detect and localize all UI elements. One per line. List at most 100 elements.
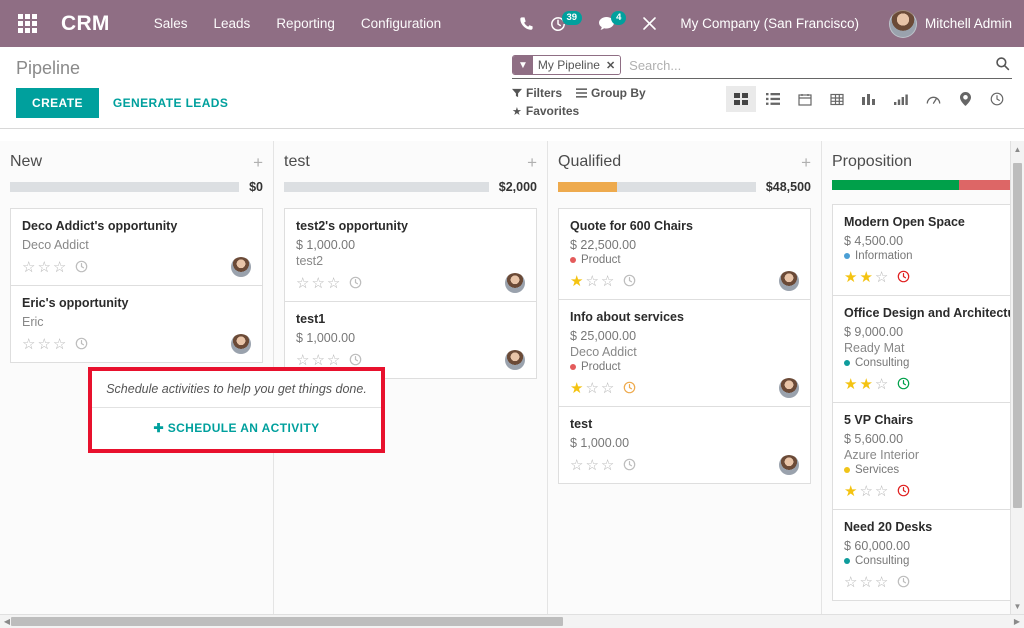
activity-clock-icon[interactable] [623, 274, 636, 289]
star-icon[interactable]: ☆ [296, 353, 309, 368]
menu-item-sales[interactable]: Sales [154, 16, 188, 31]
schedule-an-activity-button[interactable]: ✚ SCHEDULE AN ACTIVITY [92, 408, 381, 449]
kanban-card[interactable]: test$ 1,000.00☆☆☆ [558, 407, 811, 484]
apps-grid-icon[interactable] [18, 14, 37, 33]
view-graph-button[interactable] [854, 86, 884, 112]
user-menu[interactable]: Mitchell Admin [889, 10, 1012, 38]
favorites-dropdown[interactable]: ★ Favorites [512, 104, 579, 118]
caret-up-icon[interactable]: ▲ [1011, 141, 1024, 157]
horizontal-scrollbar[interactable]: ◀ ▶ [0, 614, 1024, 628]
star-icon[interactable]: ☆ [570, 458, 583, 473]
star-icon[interactable]: ☆ [875, 575, 888, 590]
progress-segment[interactable] [558, 182, 617, 192]
star-icon[interactable]: ★ [570, 381, 583, 396]
filters-dropdown[interactable]: Filters [512, 86, 562, 100]
tools-icon[interactable] [642, 16, 658, 32]
star-icon[interactable]: ☆ [601, 274, 614, 289]
star-icon[interactable]: ★ [844, 484, 857, 499]
star-icon[interactable]: ☆ [296, 276, 309, 291]
star-icon[interactable]: ☆ [875, 270, 888, 285]
star-icon[interactable]: ☆ [859, 575, 872, 590]
activities-counter[interactable]: 39 [550, 16, 583, 32]
kanban-card[interactable]: Need 20 Desks$ 60,000.00Consulting☆☆☆ [832, 510, 1024, 601]
generate-leads-button[interactable]: GENERATE LEADS [113, 96, 228, 110]
star-icon[interactable]: ★ [844, 270, 857, 285]
caret-down-icon[interactable]: ▼ [1011, 598, 1024, 614]
star-icon[interactable]: ★ [570, 274, 583, 289]
star-icon[interactable]: ☆ [585, 458, 598, 473]
caret-right-icon[interactable]: ▶ [1010, 615, 1024, 628]
avatar[interactable] [505, 350, 525, 370]
kanban-column-title[interactable]: New [10, 153, 42, 171]
view-calendar-button[interactable] [790, 86, 820, 112]
app-brand[interactable]: CRM [61, 12, 110, 36]
search-input[interactable] [621, 58, 995, 73]
star-icon[interactable]: ☆ [22, 337, 35, 352]
star-icon[interactable]: ☆ [585, 274, 598, 289]
star-icon[interactable]: ☆ [53, 337, 66, 352]
star-icon[interactable]: ☆ [601, 381, 614, 396]
company-selector[interactable]: My Company (San Francisco) [680, 16, 859, 31]
progress-segment[interactable] [832, 180, 959, 190]
horizontal-scrollbar-thumb[interactable] [11, 617, 563, 626]
view-cohort-button[interactable] [886, 86, 916, 112]
star-icon[interactable]: ★ [859, 270, 872, 285]
avatar[interactable] [505, 273, 525, 293]
star-icon[interactable]: ☆ [875, 377, 888, 392]
activity-clock-icon[interactable] [897, 270, 910, 285]
star-icon[interactable]: ★ [859, 377, 872, 392]
kanban-column-title[interactable]: Qualified [558, 153, 621, 171]
progress-track[interactable] [558, 182, 756, 192]
star-icon[interactable]: ★ [844, 377, 857, 392]
kanban-card[interactable]: Quote for 600 Chairs$ 22,500.00Product★☆… [558, 208, 811, 300]
star-icon[interactable]: ☆ [53, 260, 66, 275]
activity-clock-icon[interactable] [897, 484, 910, 499]
star-icon[interactable]: ☆ [859, 484, 872, 499]
menu-item-configuration[interactable]: Configuration [361, 16, 441, 31]
activity-clock-icon[interactable] [75, 260, 88, 275]
view-kanban-button[interactable] [726, 86, 756, 112]
view-dashboard-button[interactable] [918, 86, 948, 112]
search-icon[interactable] [995, 56, 1012, 75]
kanban-card[interactable]: test2's opportunity$ 1,000.00test2☆☆☆ [284, 208, 537, 302]
kanban-card[interactable]: Office Design and Architectu$ 9,000.00Re… [832, 296, 1024, 403]
view-pivot-button[interactable] [822, 86, 852, 112]
messages-counter[interactable]: 4 [598, 16, 626, 31]
phone-icon[interactable] [519, 16, 534, 31]
view-map-button[interactable] [950, 86, 980, 112]
star-icon[interactable]: ☆ [585, 381, 598, 396]
activity-clock-icon[interactable] [623, 458, 636, 473]
star-icon[interactable]: ☆ [311, 353, 324, 368]
plus-icon[interactable]: + [801, 154, 811, 171]
kanban-card[interactable]: Deco Addict's opportunityDeco Addict☆☆☆ [10, 208, 263, 286]
activity-clock-icon[interactable] [349, 276, 362, 291]
progress-track[interactable] [284, 182, 489, 192]
group-by-dropdown[interactable]: Group By [576, 86, 646, 100]
star-icon[interactable]: ☆ [327, 276, 340, 291]
avatar[interactable] [779, 378, 799, 398]
star-icon[interactable]: ☆ [311, 276, 324, 291]
view-list-button[interactable] [758, 86, 788, 112]
kanban-card[interactable]: Info about services$ 25,000.00Deco Addic… [558, 300, 811, 407]
star-icon[interactable]: ☆ [844, 575, 857, 590]
kanban-column-title[interactable]: Proposition [832, 153, 912, 171]
avatar[interactable] [231, 257, 251, 277]
star-icon[interactable]: ☆ [22, 260, 35, 275]
avatar[interactable] [779, 455, 799, 475]
activity-clock-icon[interactable] [623, 381, 636, 396]
avatar[interactable] [779, 271, 799, 291]
progress-track[interactable] [832, 180, 1024, 190]
close-icon[interactable]: ✕ [606, 59, 615, 72]
plus-icon[interactable]: + [253, 154, 263, 171]
view-activity-button[interactable] [982, 86, 1012, 112]
create-button[interactable]: CREATE [16, 88, 99, 118]
menu-item-leads[interactable]: Leads [214, 16, 251, 31]
star-icon[interactable]: ☆ [37, 337, 50, 352]
star-icon[interactable]: ☆ [875, 484, 888, 499]
kanban-card[interactable]: Eric's opportunityEric☆☆☆ [10, 286, 263, 363]
menu-item-reporting[interactable]: Reporting [276, 16, 335, 31]
search-facet-my-pipeline[interactable]: ▼ My Pipeline ✕ [512, 55, 621, 75]
activity-clock-icon[interactable] [349, 353, 362, 368]
star-icon[interactable]: ☆ [601, 458, 614, 473]
progress-track[interactable] [10, 182, 239, 192]
